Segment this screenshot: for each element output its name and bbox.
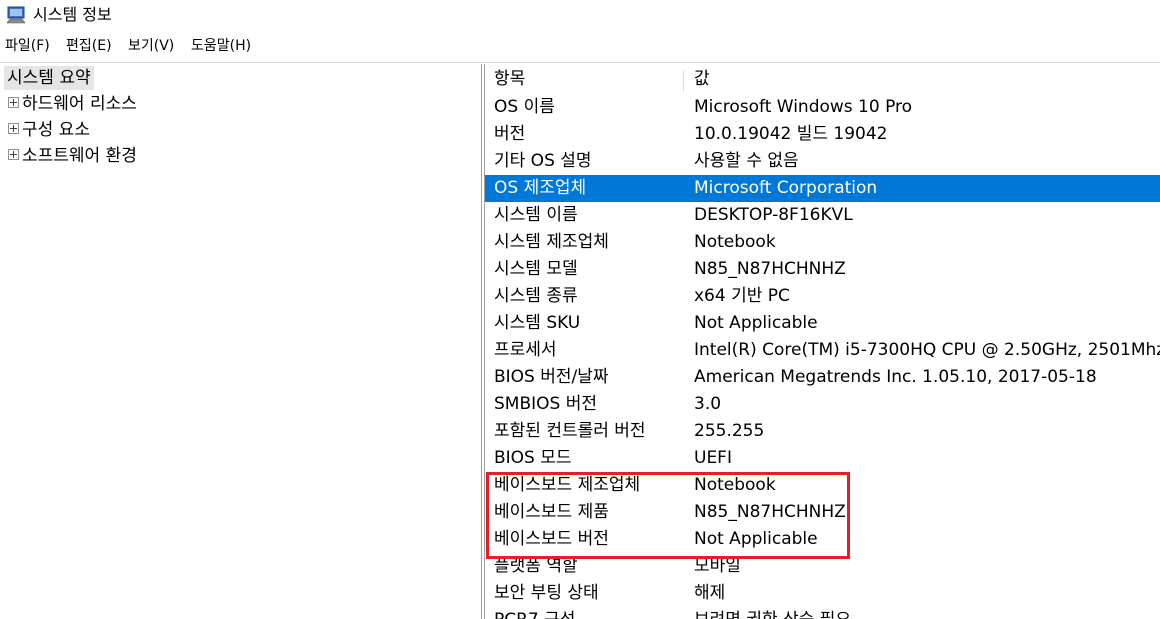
category-tree[interactable]: 시스템 요약 하드웨어 리소스 구성 요소 소프트웨어 환경 [0, 64, 482, 619]
list-header: 항목 값 [485, 66, 1160, 92]
row-item-label: 기타 OS 설명 [494, 151, 592, 171]
menu-edit[interactable]: 편집(E) [66, 37, 112, 55]
annotation-highlight-box [486, 472, 850, 559]
row-value: N85_N87HCHNHZ [694, 259, 846, 279]
table-row[interactable]: 시스템 모델 N85_N87HCHNHZ [485, 256, 1160, 283]
table-row[interactable]: 프로세서 Intel(R) Core(TM) i5-7300HQ CPU @ 2.… [485, 337, 1160, 364]
row-item-label: 시스템 이름 [494, 205, 578, 225]
table-row[interactable]: 시스템 SKU Not Applicable [485, 310, 1160, 337]
column-header-value[interactable]: 값 [694, 66, 710, 92]
row-item-label: 시스템 SKU [494, 313, 581, 333]
row-item-label: 시스템 제조업체 [494, 232, 609, 252]
row-value: 10.0.19042 빌드 19042 [694, 124, 888, 144]
row-item-label: BIOS 버전/날짜 [494, 367, 609, 387]
tree-item-label: 구성 요소 [22, 120, 90, 140]
table-row[interactable]: 포함된 컨트롤러 버전 255.255 [485, 418, 1160, 445]
row-value: UEFI [694, 448, 732, 468]
tree-item-label: 소프트웨어 환경 [22, 146, 137, 166]
row-item-label: BIOS 모드 [494, 448, 572, 468]
row-item-label: OS 제조업체 [494, 178, 587, 198]
row-item-label: 시스템 종류 [494, 286, 578, 306]
row-value: American Megatrends Inc. 1.05.10, 2017-0… [694, 367, 1097, 387]
row-value: Microsoft Corporation [694, 178, 878, 198]
table-row[interactable]: 시스템 종류 x64 기반 PC [485, 283, 1160, 310]
table-row[interactable]: 시스템 제조업체 Notebook [485, 229, 1160, 256]
table-row[interactable]: 버전 10.0.19042 빌드 19042 [485, 121, 1160, 148]
row-value: 사용할 수 없음 [694, 151, 799, 171]
tree-item-system-summary[interactable]: 시스템 요약 [4, 66, 94, 90]
row-value: x64 기반 PC [694, 286, 790, 306]
row-item-label: PCR7 구성 [494, 607, 575, 619]
row-value: 해제 [694, 583, 726, 603]
column-header-item[interactable]: 항목 [494, 66, 525, 92]
tree-item-components[interactable]: 구성 요소 [8, 118, 90, 142]
expand-icon[interactable] [8, 96, 19, 108]
row-item-label: OS 이름 [494, 97, 555, 117]
table-row[interactable]: BIOS 모드 UEFI [485, 445, 1160, 472]
menu-help[interactable]: 도움말(H) [191, 37, 251, 55]
row-value: Not Applicable [694, 313, 818, 333]
menu-file[interactable]: 파일(F) [5, 37, 50, 55]
row-item-label: SMBIOS 버전 [494, 394, 597, 414]
table-row[interactable]: 기타 OS 설명 사용할 수 없음 [485, 148, 1160, 175]
title-bar[interactable]: 시스템 정보 [0, 0, 1160, 32]
tree-item-label: 하드웨어 리소스 [22, 94, 137, 114]
menu-view[interactable]: 보기(V) [128, 37, 174, 55]
row-item-label: 프로세서 [494, 340, 557, 360]
table-row[interactable]: OS 이름 Microsoft Windows 10 Pro [485, 94, 1160, 121]
row-value: 3.0 [694, 394, 722, 414]
column-divider[interactable] [683, 70, 684, 92]
row-item-label: 포함된 컨트롤러 버전 [494, 421, 646, 441]
menu-bar: 파일(F) 편집(E) 보기(V) 도움말(H) [0, 33, 1160, 59]
row-value: Intel(R) Core(TM) i5-7300HQ CPU @ 2.50GH… [694, 340, 1160, 360]
row-value: 255.255 [694, 421, 765, 441]
row-value: Microsoft Windows 10 Pro [694, 97, 913, 117]
table-row[interactable]: PCR7 구성 보려면 권한 상승 필요 [485, 607, 1160, 619]
row-item-label: 시스템 모델 [494, 259, 578, 279]
expand-icon[interactable] [8, 148, 19, 160]
row-item-label: 버전 [494, 124, 526, 144]
row-item-label: 보안 부팅 상태 [494, 583, 599, 603]
table-row[interactable]: BIOS 버전/날짜 American Megatrends Inc. 1.05.… [485, 364, 1160, 391]
row-value: 보려면 권한 상승 필요 [694, 607, 851, 619]
table-row[interactable]: 보안 부팅 상태 해제 [485, 580, 1160, 607]
table-row[interactable]: OS 제조업체 Microsoft Corporation [485, 175, 1160, 202]
tree-item-hardware-resources[interactable]: 하드웨어 리소스 [8, 92, 137, 116]
tree-item-software-environment[interactable]: 소프트웨어 환경 [8, 144, 137, 168]
row-value: Notebook [694, 232, 776, 252]
row-value: DESKTOP-8F16KVL [694, 205, 853, 225]
table-row[interactable]: SMBIOS 버전 3.0 [485, 391, 1160, 418]
window-title: 시스템 정보 [33, 5, 112, 24]
computer-icon [6, 6, 26, 24]
expand-icon[interactable] [8, 122, 19, 134]
pane-divider [0, 62, 1160, 63]
table-row[interactable]: 시스템 이름 DESKTOP-8F16KVL [485, 202, 1160, 229]
